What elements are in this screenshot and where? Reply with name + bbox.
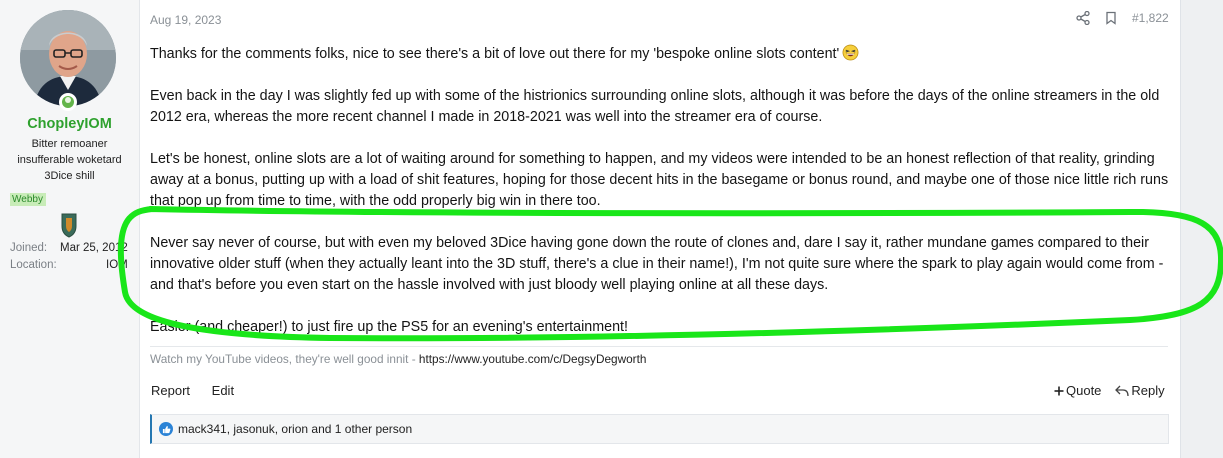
user-banner: Webby (10, 193, 46, 206)
forum-post: ChopleyIOM Bitter remoaner insufferable … (0, 0, 1181, 458)
signature: Watch my YouTube videos, they're well go… (150, 352, 646, 366)
avatar-image (20, 10, 116, 106)
joined-value: Mar 25, 2012 (60, 242, 128, 254)
location-value[interactable]: IOM (106, 259, 128, 271)
bookmark-icon[interactable] (1104, 11, 1118, 25)
report-button[interactable]: Report (151, 383, 190, 398)
post-number[interactable]: #1,822 (1132, 11, 1169, 25)
reply-label: Reply (1131, 383, 1165, 398)
edit-button[interactable]: Edit (212, 383, 234, 398)
post-paragraph: Easier (and cheaper!) to just fire up th… (150, 319, 628, 335)
laughing-emoji-icon (842, 44, 859, 61)
reply-button[interactable]: Reply (1115, 383, 1165, 398)
quote-label: Quote (1066, 383, 1102, 398)
user-title-line: insufferable woketard (17, 154, 122, 166)
post-footer-right: Quote Reply (1054, 383, 1165, 398)
joined-label: Joined: (10, 242, 48, 254)
post-date[interactable]: Aug 19, 2023 (150, 13, 221, 27)
quote-button[interactable]: Quote (1054, 383, 1101, 398)
signature-divider (150, 346, 1168, 347)
online-status-icon (59, 93, 77, 111)
post-body: Thanks for the comments folks, nice to s… (150, 44, 1170, 359)
signature-text: Watch my YouTube videos, they're well go… (150, 352, 419, 366)
post-paragraph: Never say never of course, but with even… (150, 235, 1164, 293)
reactions-list[interactable]: mack341, jasonuk, orion and 1 other pers… (178, 422, 412, 436)
signature-link[interactable]: https://www.youtube.com/c/DegsyDegworth (419, 352, 647, 366)
share-icon[interactable] (1076, 11, 1090, 25)
user-title: Bitter remoaner insufferable woketard 3D… (4, 136, 135, 184)
reply-arrow-icon (1115, 385, 1130, 396)
user-info-column: ChopleyIOM Bitter remoaner insufferable … (0, 0, 140, 458)
avatar[interactable] (20, 10, 116, 106)
user-title-line: 3Dice shill (44, 170, 95, 182)
post-paragraph-text: Thanks for the comments folks, nice to s… (150, 46, 840, 62)
location-label: Location: (10, 259, 57, 271)
user-title-line: Bitter remoaner (31, 138, 108, 150)
shield-badge-icon[interactable] (60, 212, 78, 238)
post-paragraph: Thanks for the comments folks, nice to s… (150, 44, 1170, 65)
username[interactable]: ChopleyIOM (0, 116, 139, 132)
post-footer-left: Report Edit (151, 383, 252, 398)
reactions-bar[interactable]: mack341, jasonuk, orion and 1 other pers… (150, 414, 1169, 444)
plus-icon (1054, 386, 1064, 395)
post-header-actions: #1,822 (1076, 11, 1169, 25)
post-paragraph: Even back in the day I was slightly fed … (150, 88, 1160, 125)
post-paragraph: Let's be honest, online slots are a lot … (150, 151, 1169, 209)
thumbs-up-icon (159, 422, 173, 436)
